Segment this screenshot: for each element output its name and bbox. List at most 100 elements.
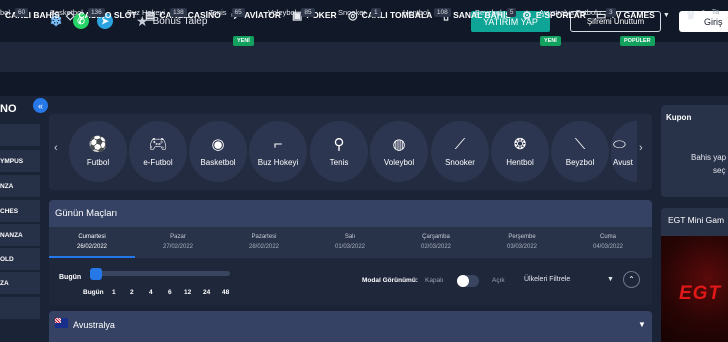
day-date: 01/03/2022 [334, 244, 366, 250]
sport-volleyball[interactable]: ◍ Voleybol [370, 121, 428, 182]
strip-count: 85 [301, 7, 315, 17]
strip-item-volleyball[interactable]: Voleybol 85 [268, 0, 315, 24]
sport-label: Voleybol [383, 157, 415, 167]
strip-count: 136 [87, 7, 105, 17]
sport-label: Futbol [86, 157, 110, 167]
sidebar-item[interactable]: YMPUS [0, 150, 40, 172]
slider-tick[interactable]: 12 [184, 289, 191, 296]
sidebar-item[interactable]: NZA [0, 175, 40, 197]
strip-label: bol [0, 7, 11, 17]
sport-football[interactable]: ⚽ Futbol [69, 121, 127, 182]
main-nav [0, 42, 728, 72]
slider-tick[interactable]: 24 [203, 289, 210, 296]
aussie-icon: ⬭ [613, 135, 626, 153]
strip-count: 5 [506, 7, 517, 17]
strip-item-tennis[interactable]: Tenis 65 [209, 0, 245, 24]
slider-tick[interactable]: 6 [168, 289, 172, 296]
time-range-slider[interactable] [90, 271, 230, 276]
sidebar-item[interactable]: CHES [0, 200, 40, 222]
day-date: 04/03/2022 [592, 244, 624, 250]
toggle-knob[interactable] [457, 275, 469, 287]
strip-item-basketball[interactable]: Basketbol 136 [50, 0, 105, 24]
strip-item-ice-hockey[interactable]: Buz Hokeyi 138 [127, 0, 187, 24]
sport-strip [0, 72, 728, 96]
sport-baseball[interactable]: ⟍ Beyzbol [551, 121, 609, 182]
strip-item-snooker[interactable]: Snooker 1 [338, 0, 381, 24]
egt-logo: EGT [679, 283, 722, 304]
search-box[interactable]: ⌕ Ta [700, 0, 719, 24]
day-tab[interactable]: Cuma 04/03/2022 [565, 227, 651, 258]
football-icon: ⚽ [88, 135, 108, 153]
strip-item-baseball[interactable]: Beyzbol 5 [475, 0, 517, 24]
sport-snooker[interactable]: ⟋ Snooker [431, 121, 489, 182]
sidebar-title: NO [0, 103, 17, 115]
strip-count: 108 [433, 7, 451, 17]
strip-item-aussie-football[interactable]: Avustralya Futbolu 3 [539, 0, 616, 24]
sport-efootball[interactable]: 🎮︎ e-Futbol [129, 121, 187, 182]
day-name: Pazartesi [251, 234, 277, 240]
caret-down-icon[interactable]: ▼ [607, 276, 614, 283]
hockey-icon: ⌐ [273, 135, 283, 153]
sport-handball[interactable]: ❂ Hentbol [491, 121, 549, 182]
strip-label: Voleybol [268, 7, 297, 17]
carousel-next-icon[interactable]: › [639, 142, 643, 154]
day-tab[interactable]: Salı 01/03/2022 [307, 227, 393, 258]
country-filter-select[interactable]: Ülkeleri Filtrele [524, 276, 570, 283]
strip-label: Tenis [209, 7, 227, 17]
strip-label: Snooker [338, 7, 366, 17]
coupon-title: Kupon [666, 113, 692, 122]
nav-label: TV GAMES [610, 10, 655, 20]
strip-item-handball[interactable]: Hentbol 108 [403, 0, 451, 24]
slider-thumb[interactable] [90, 268, 102, 280]
day-tab[interactable]: Pazartesi 28/02/2022 [221, 227, 307, 258]
strip-label: Beyzbol [475, 7, 502, 17]
strip-count: 1 [370, 7, 381, 17]
strip-label: Basketbol [50, 7, 83, 17]
handball-icon: ❂ [513, 135, 527, 153]
snooker-icon: ⟋ [454, 135, 466, 153]
basketball-icon: ◉ [211, 135, 225, 153]
day-name: Cumartesi [78, 234, 106, 240]
new-badge: YENİ [540, 36, 561, 46]
time-range-label: Bugün [59, 274, 82, 281]
strip-item-football[interactable]: bol 60 [0, 0, 29, 24]
slider-tick[interactable]: 1 [112, 289, 116, 296]
sidebar-item[interactable] [0, 297, 40, 319]
day-tab[interactable]: Cumartesi 26/02/2022 [49, 227, 135, 258]
sport-label: Buz Hokeyi [257, 157, 299, 167]
sport-tennis[interactable]: ⚲ Tenis [310, 121, 368, 182]
day-tab[interactable]: Perşembe 03/03/2022 [479, 227, 565, 258]
gamepad-icon: 🎮︎ [148, 135, 168, 153]
modal-on-label: Açık [492, 277, 505, 284]
slider-tick[interactable]: 48 [222, 289, 229, 296]
sidebar-item[interactable]: NANZA [0, 224, 40, 246]
day-tabs: Cumartesi 26/02/2022 Pazar 27/02/2022 Paza… [49, 227, 652, 258]
caret-down-icon[interactable]: ▼ [638, 320, 646, 329]
sport-basketball[interactable]: ◉ Basketbol [189, 121, 247, 182]
collapse-sidebar-button[interactable]: « [33, 98, 48, 113]
slider-tick[interactable]: Bugün [83, 289, 104, 296]
modal-view-label: Modal Görünümü: [362, 277, 418, 284]
strip-count: 138 [169, 7, 187, 17]
coupon-empty-text: seç [713, 166, 726, 175]
volleyball-icon: ◍ [392, 135, 406, 153]
day-tab[interactable]: Pazar 27/02/2022 [135, 227, 221, 258]
strip-label: Buz Hokeyi [127, 7, 165, 17]
sport-label: Hentbol [506, 157, 534, 167]
sidebar-item[interactable] [0, 124, 40, 146]
sidebar-item[interactable]: OLD [0, 248, 40, 270]
sport-ice-hockey[interactable]: ⌐ Buz Hokeyi [249, 121, 307, 182]
esports-icon: ⚙ [522, 9, 532, 22]
day-name: Salı [344, 234, 356, 240]
day-date: 28/02/2022 [248, 244, 280, 250]
sport-label: e-Futbol [143, 157, 173, 167]
slider-tick[interactable]: 2 [130, 289, 134, 296]
country-row[interactable] [49, 311, 652, 342]
scroll-up-button[interactable]: ⌃ [623, 271, 640, 288]
sidebar-item[interactable]: ZA [0, 272, 40, 294]
sport-label: Avust [613, 157, 633, 167]
day-tab[interactable]: Çarşamba 02/03/2022 [393, 227, 479, 258]
carousel-prev-icon[interactable]: ‹ [54, 142, 58, 154]
slider-tick[interactable]: 4 [149, 289, 153, 296]
sport-label: Snooker [445, 157, 475, 167]
